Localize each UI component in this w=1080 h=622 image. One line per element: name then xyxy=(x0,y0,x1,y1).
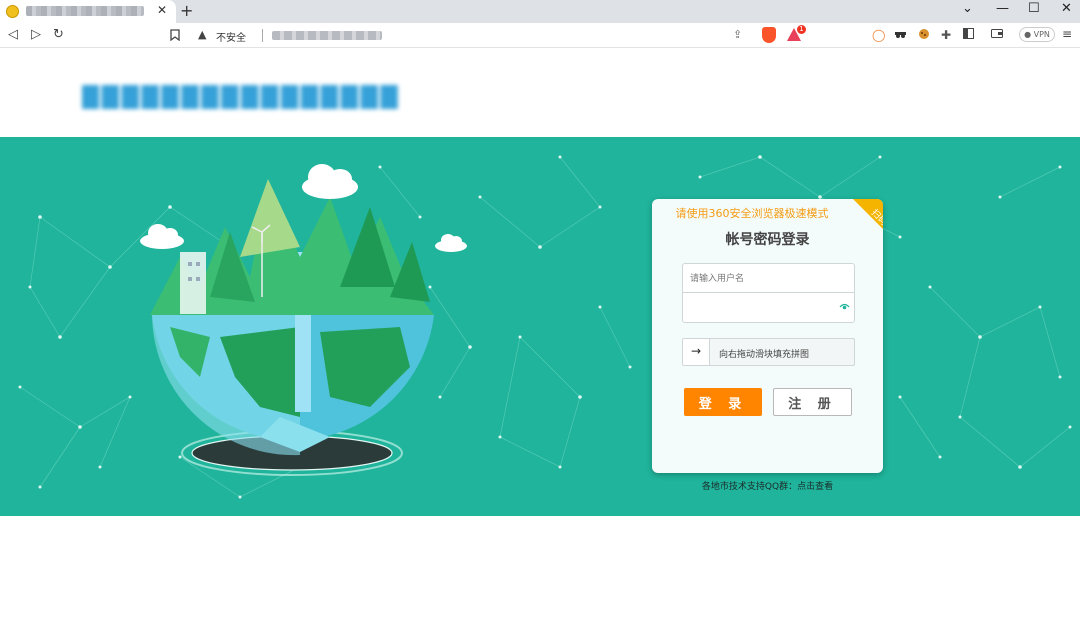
brave-rewards-icon[interactable]: 1 xyxy=(786,25,806,42)
new-tab-button[interactable]: + xyxy=(180,1,193,20)
register-button[interactable]: 注 册 xyxy=(773,388,852,416)
security-label: 不安全 xyxy=(216,33,246,44)
show-password-icon[interactable] xyxy=(839,301,850,312)
vpn-button[interactable]: ● VPN xyxy=(1019,27,1055,42)
bookmark-icon[interactable] xyxy=(170,29,180,44)
wallet-icon[interactable] xyxy=(991,28,1003,42)
login-button[interactable]: 登 录 xyxy=(684,388,762,416)
username-input[interactable] xyxy=(683,264,854,293)
url-separator xyxy=(262,29,263,42)
support-link[interactable]: 点击查看 xyxy=(797,482,833,492)
warning-icon: ▲ xyxy=(198,28,207,41)
menu-icon[interactable]: ≡ xyxy=(1062,27,1072,41)
url-text xyxy=(272,31,382,40)
browser-tab[interactable]: ✕ xyxy=(0,0,176,23)
site-title: ████████████████ ·· xyxy=(82,85,404,109)
browser-tab-bar: ✕ + ⌄ — ☐ ✕ xyxy=(0,0,1080,23)
sync-icon[interactable]: ◯ xyxy=(872,28,885,42)
vpn-label: VPN xyxy=(1033,30,1050,39)
hero-banner: 请使用360安全浏览器极速模式 扫码 帐号密码登录 → 向右拖动滑块填充拼图 登… xyxy=(0,137,1080,516)
login-card: 请使用360安全浏览器极速模式 扫码 帐号密码登录 → 向右拖动滑块填充拼图 登… xyxy=(652,199,883,473)
cloud-icon xyxy=(140,164,467,252)
earth-illustration-icon xyxy=(150,179,434,476)
tab-search-icon[interactable]: ⌄ xyxy=(962,1,973,16)
cookie-icon[interactable] xyxy=(918,28,930,43)
puzzle-icon[interactable]: ✚ xyxy=(941,28,951,42)
browser-hint: 请使用360安全浏览器极速模式 xyxy=(675,207,829,220)
minimize-button[interactable]: — xyxy=(996,1,1009,16)
slider-hint: 向右拖动滑块填充拼图 xyxy=(719,350,810,360)
support-text: 各地市技术支持QQ群： xyxy=(701,482,798,492)
incognito-icon[interactable] xyxy=(894,28,907,42)
share-icon[interactable]: ⇪ xyxy=(733,28,742,41)
browser-toolbar: ◁ ▷ ↻ ▲ 不安全 ⇪ 1 ◯ ✚ ● VPN ≡ xyxy=(0,23,1080,48)
forward-icon[interactable]: ▷ xyxy=(31,27,41,42)
site-favicon-icon xyxy=(6,5,19,18)
support-info: 各地市技术支持QQ群：点击查看 xyxy=(652,479,883,492)
brave-shields-icon[interactable] xyxy=(762,27,776,43)
credentials-group xyxy=(682,263,855,323)
tab-title xyxy=(26,6,144,16)
password-input[interactable] xyxy=(683,293,854,322)
tab-close-icon[interactable]: ✕ xyxy=(157,3,167,17)
login-title: 帐号密码登录 xyxy=(725,232,810,248)
slider-captcha[interactable]: → 向右拖动滑块填充拼图 xyxy=(682,338,855,366)
close-window-button[interactable]: ✕ xyxy=(1061,1,1072,16)
maximize-button[interactable]: ☐ xyxy=(1028,1,1040,16)
page-header: ████████████████ ·· xyxy=(0,48,1080,137)
sidebar-icon[interactable] xyxy=(963,28,974,42)
reload-icon[interactable]: ↻ xyxy=(53,27,64,42)
slider-handle[interactable]: → xyxy=(683,339,710,365)
back-icon[interactable]: ◁ xyxy=(8,27,18,42)
address-bar[interactable]: ▲ 不安全 ⇪ 1 xyxy=(192,25,806,46)
network-background xyxy=(18,155,1072,499)
rewards-badge: 1 xyxy=(797,25,806,34)
